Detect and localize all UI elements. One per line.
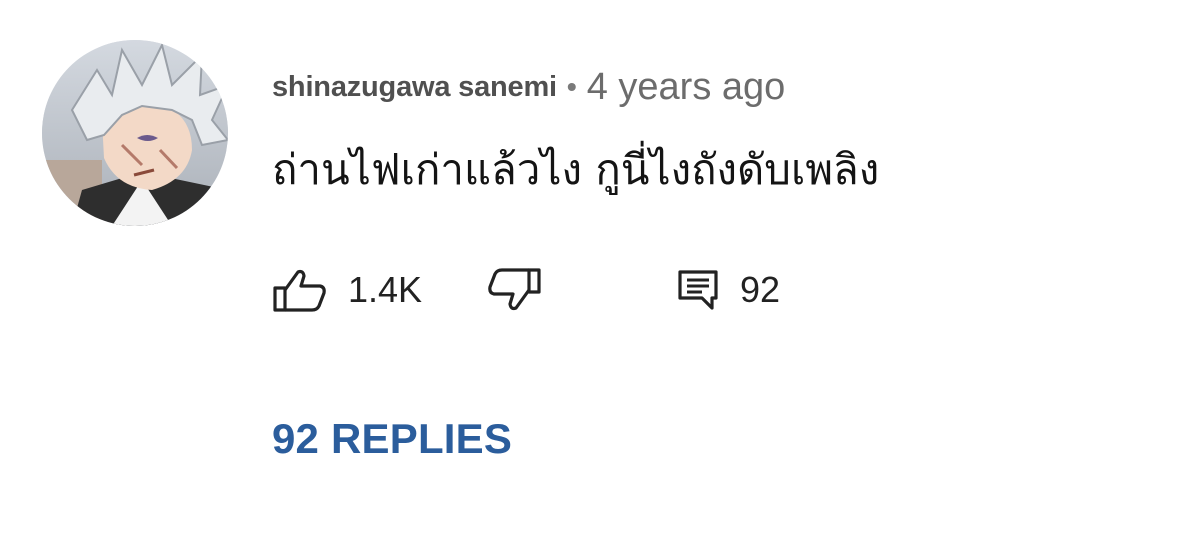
- reply-button[interactable]: 92: [676, 268, 780, 312]
- dislike-button[interactable]: [486, 268, 676, 312]
- view-replies-button[interactable]: 92 REPLIES: [272, 415, 512, 463]
- comment-body: ถ่านไฟเก่าแล้วไง กูนี่ไงถังดับเพลิง: [272, 145, 880, 194]
- avatar-image: [42, 40, 228, 226]
- thumbs-down-icon[interactable]: [486, 268, 542, 312]
- like-count: 1.4K: [348, 269, 423, 310]
- thumbs-up-icon[interactable]: [272, 268, 328, 312]
- author-name[interactable]: shinazugawa sanemi: [272, 71, 557, 104]
- avatar[interactable]: [42, 40, 228, 226]
- comment-actions: 1.4K 92: [272, 260, 780, 320]
- like-button[interactable]: 1.4K: [272, 268, 486, 312]
- reply-count: 92: [740, 269, 781, 310]
- separator-dot: •: [566, 71, 577, 102]
- comment-timestamp[interactable]: 4 years ago: [587, 66, 786, 109]
- comment-header: shinazugawa sanemi • 4 years ago: [272, 62, 785, 112]
- comment-icon[interactable]: [676, 268, 720, 312]
- comment-card: shinazugawa sanemi • 4 years ago ถ่านไฟเ…: [0, 0, 1200, 553]
